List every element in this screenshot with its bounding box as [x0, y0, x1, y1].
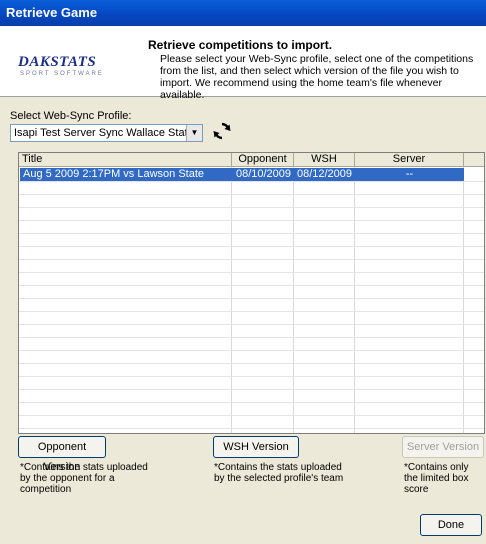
window-title: Retrieve Game [0, 0, 486, 26]
grid-line [19, 389, 484, 390]
grid-line [19, 402, 484, 403]
grid-line [19, 311, 484, 312]
cell-server: -- [405, 168, 414, 180]
competition-table[interactable]: Title Opponent WSH Server Aug 5 2009 2:1… [18, 152, 485, 434]
cell-opponent: 08/10/2009 [235, 168, 292, 180]
profile-selected-value: Isapi Test Server Sync Wallace State - [14, 127, 201, 139]
grid-line [19, 233, 484, 234]
grid-line [19, 259, 484, 260]
done-button[interactable]: Done [420, 514, 482, 536]
column-header-wsh[interactable]: WSH [294, 153, 355, 167]
profile-label: Select Web-Sync Profile: [10, 110, 132, 122]
grid-line [19, 272, 484, 273]
grid-line [19, 181, 484, 182]
header-panel: DAKSTATS SPORT SOFTWARE Retrieve competi… [0, 26, 486, 101]
column-header-filler [464, 153, 484, 167]
grid-line [19, 363, 484, 364]
opponent-version-button[interactable]: Opponent Version [18, 436, 106, 473]
logo-brand: DAKSTATS [18, 54, 97, 70]
server-version-button[interactable]: Server Version [402, 436, 484, 458]
opponent-version-note: *Contains the stats uploaded by the oppo… [20, 462, 148, 495]
grid-line [19, 337, 484, 338]
dakstats-logo: DAKSTATS SPORT SOFTWARE [18, 54, 138, 78]
column-header-title[interactable]: Title [19, 153, 232, 167]
grid-line [19, 207, 484, 208]
grid-line [19, 428, 484, 429]
header-title: Retrieve competitions to import. [148, 38, 333, 52]
table-row[interactable]: Aug 5 2009 2:17PM vs Lawson State 08/10/… [20, 168, 464, 181]
column-header-server[interactable]: Server [355, 153, 464, 167]
chevron-down-icon[interactable]: ▼ [186, 125, 202, 141]
logo-subtitle: SPORT SOFTWARE [20, 71, 104, 77]
grid-line [19, 246, 484, 247]
grid-line [19, 350, 484, 351]
grid-line [19, 194, 484, 195]
cell-wsh: 08/12/2009 [296, 168, 353, 180]
grid-line [19, 285, 484, 286]
grid-line [19, 298, 484, 299]
grid-line [19, 324, 484, 325]
wsh-version-button[interactable]: WSH Version [213, 436, 299, 458]
refresh-icon[interactable] [212, 121, 232, 141]
server-version-note: *Contains only the limited box score [404, 462, 469, 495]
column-header-opponent[interactable]: Opponent [232, 153, 294, 167]
header-description: Please select your Web-Sync profile, sel… [160, 53, 474, 101]
grid-line [19, 220, 484, 221]
profile-dropdown[interactable]: Isapi Test Server Sync Wallace State - ▼ [10, 124, 203, 142]
cell-title: Aug 5 2009 2:17PM vs Lawson State [23, 168, 205, 180]
wsh-version-note: *Contains the stats uploaded by the sele… [214, 462, 344, 484]
grid-line [19, 415, 484, 416]
grid-line [19, 376, 484, 377]
